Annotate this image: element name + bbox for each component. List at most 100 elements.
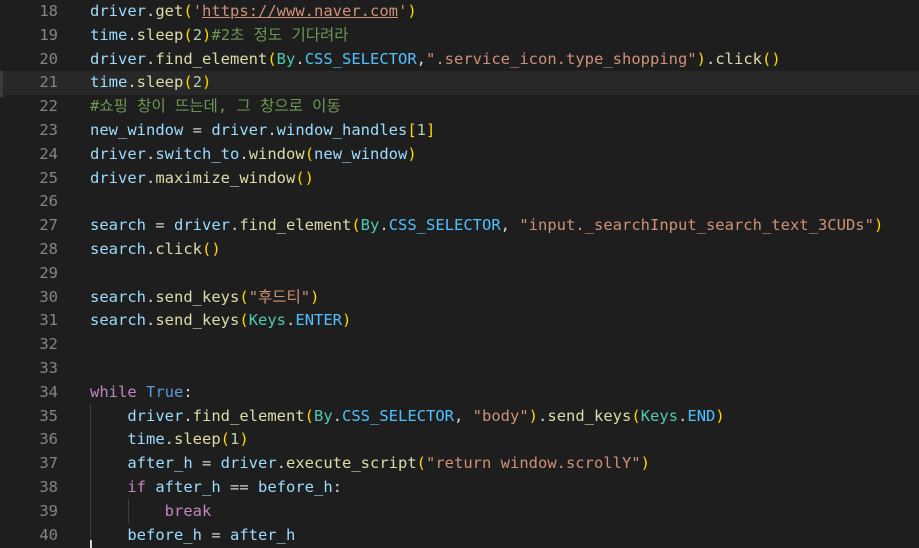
code-line-34[interactable]: 34 while True: xyxy=(0,381,919,405)
code-token: find_element xyxy=(239,216,352,235)
code-line-28[interactable]: 28 search.click() xyxy=(0,238,919,262)
code-token: sleep xyxy=(136,73,184,92)
code-token: , xyxy=(454,406,473,425)
code-text: driver.switch_to.window(new_window) xyxy=(90,143,417,167)
code-line-37[interactable]: 37 after_h = driver.execute_script("retu… xyxy=(0,452,919,476)
code-text: search.send_keys("후드티") xyxy=(90,286,319,310)
code-token: . xyxy=(705,49,716,68)
code-line-21[interactable]: 21 time.sleep(2) xyxy=(0,71,919,96)
code-line-27[interactable]: 27 search = driver.find_element(By.CSS_SE… xyxy=(0,214,919,238)
code-line-32[interactable]: 32 xyxy=(0,333,919,357)
code-token: ( xyxy=(304,406,314,425)
code-token: . xyxy=(146,49,156,68)
code-token: search xyxy=(90,216,146,235)
code-token: driver xyxy=(211,121,268,139)
line-number: 36 xyxy=(39,430,58,449)
code-line-38[interactable]: 38 if after_h == before_h: xyxy=(0,476,919,500)
code-token: ( xyxy=(304,144,315,163)
code-token: send_keys xyxy=(155,311,240,330)
code-token: 1 xyxy=(230,430,240,449)
code-token: time xyxy=(127,430,165,449)
code-line-25[interactable]: 25 driver.maximize_window() xyxy=(0,167,919,191)
code-token: send_keys xyxy=(547,406,632,425)
code-line-23[interactable]: 23 new_window = driver.window_handles[1] xyxy=(0,119,919,143)
code-token: #쇼핑 창이 뜨는데, 그 창으로 이동 xyxy=(90,97,341,116)
code-token: ( xyxy=(220,430,231,449)
indent-guide-nested xyxy=(128,499,129,523)
code-line-39[interactable]: 39 break xyxy=(0,500,919,524)
code-token: . xyxy=(164,430,174,449)
code-token: sleep xyxy=(136,25,184,44)
code-token: ( xyxy=(416,454,426,473)
line-number: 18 xyxy=(39,2,58,20)
code-line-40[interactable]: 40 before_h = after_h xyxy=(0,524,919,548)
code-token: window xyxy=(248,144,305,163)
code-text: search.click() xyxy=(90,238,221,262)
code-token: = xyxy=(192,454,221,473)
code-token: #2초 정도 기다려라 xyxy=(211,25,349,44)
code-token: ) xyxy=(342,311,352,330)
code-text: time.sleep(2)#2초 정도 기다려라 xyxy=(90,24,349,48)
code-line-22[interactable]: 22 #쇼핑 창이 뜨는데, 그 창으로 이동 xyxy=(0,95,919,119)
code-token: 1 xyxy=(416,121,427,139)
line-number: 21 xyxy=(39,73,58,92)
code-token: new_window xyxy=(90,121,184,139)
code-text: driver.get('https://www.naver.com') xyxy=(90,0,417,24)
code-token: "후드티" xyxy=(248,287,311,306)
code-token: "input._searchInput_search_text_3CUDs" xyxy=(519,216,874,235)
line-number: 19 xyxy=(39,25,58,44)
code-line-19[interactable]: 19 time.sleep(2)#2초 정도 기다려라 xyxy=(0,24,919,48)
code-token: https://www.naver.com xyxy=(202,2,398,20)
code-text: driver.maximize_window() xyxy=(90,167,314,191)
code-line-33[interactable]: 33 xyxy=(0,357,919,381)
code-token: . xyxy=(183,406,193,425)
code-line-30[interactable]: 30 search.send_keys("후드티") xyxy=(0,286,919,310)
code-line-29[interactable]: 29 xyxy=(0,262,919,286)
code-token: driver xyxy=(220,454,277,473)
code-token: ) xyxy=(407,2,417,20)
code-token: . xyxy=(230,216,240,235)
code-token: () xyxy=(295,168,314,187)
line-number: 35 xyxy=(39,406,58,425)
code-token: CSS_SELECTOR xyxy=(304,49,417,68)
code-token: By xyxy=(314,406,333,425)
code-token: ( xyxy=(351,216,361,235)
code-token: CSS_SELECTOR xyxy=(342,406,454,425)
line-number: 23 xyxy=(39,121,58,139)
code-line-20[interactable]: 20 driver.find_element(By.CSS_SELECTOR,".… xyxy=(0,48,919,72)
code-line-26[interactable]: 26 xyxy=(0,190,919,214)
line-number: 24 xyxy=(39,144,58,163)
code-token: driver xyxy=(90,2,146,20)
active-line-marker xyxy=(0,71,3,97)
code-token: ) xyxy=(202,73,212,92)
code-token: after_h xyxy=(155,478,221,496)
line-number: 31 xyxy=(39,311,58,330)
code-line-18[interactable]: 18 driver.get('https://www.naver.com') xyxy=(0,0,919,24)
code-token: switch_to xyxy=(155,144,240,163)
code-token: break xyxy=(164,501,212,520)
code-token: search xyxy=(90,311,146,330)
code-token: ( xyxy=(183,2,193,20)
code-token: . xyxy=(146,240,156,258)
code-token: . xyxy=(146,287,156,306)
code-editor[interactable]: 40 before_h = after_h 39 break 38 if after… xyxy=(0,0,919,548)
code-token: . xyxy=(127,25,137,44)
code-token: By xyxy=(276,49,296,68)
code-token: == xyxy=(220,478,258,496)
code-token: . xyxy=(286,311,296,330)
line-number: 26 xyxy=(39,192,58,211)
code-token: . xyxy=(146,311,156,330)
code-line-24[interactable]: 24 driver.switch_to.window(new_window) xyxy=(0,143,919,167)
code-token: get xyxy=(155,2,184,20)
code-token: . xyxy=(146,168,156,187)
line-number: 37 xyxy=(39,454,58,473)
code-line-31[interactable]: 31 search.send_keys(Keys.ENTER) xyxy=(0,309,919,333)
code-token: : xyxy=(332,478,342,496)
code-line-36[interactable]: 36 time.sleep(1) xyxy=(0,428,919,452)
code-line-35[interactable]: 35 driver.find_element(By.CSS_SELECTOR, … xyxy=(0,405,919,429)
